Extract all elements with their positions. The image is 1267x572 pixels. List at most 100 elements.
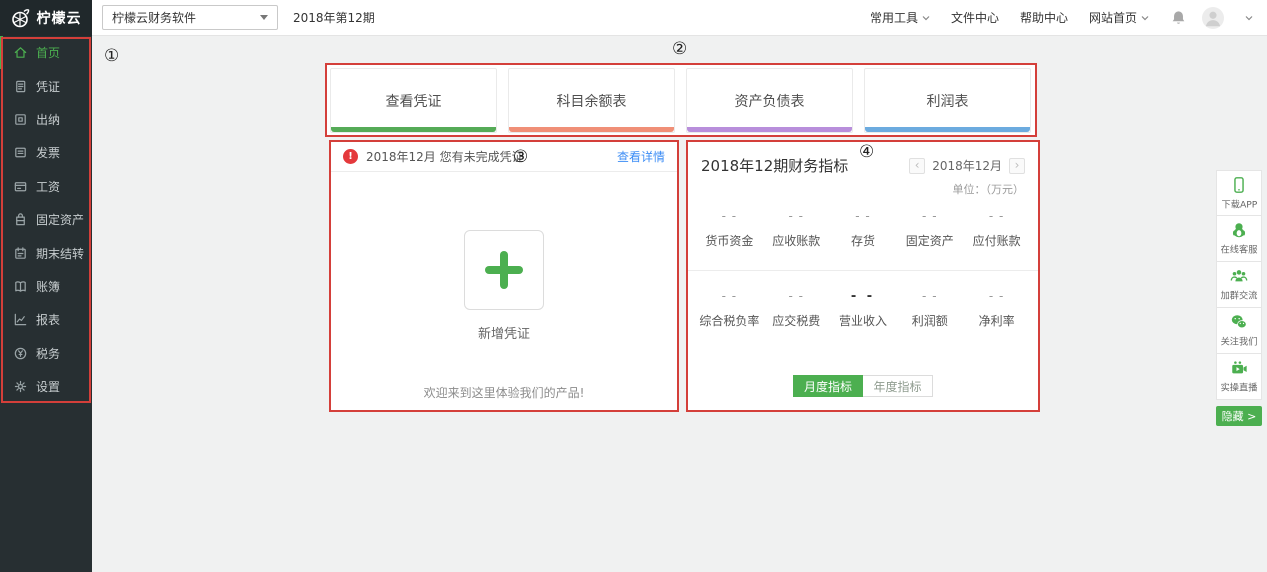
online-service-button[interactable]: 在线客服 [1216, 216, 1262, 262]
tool-label: 在线客服 [1221, 242, 1258, 256]
divider [688, 270, 1038, 271]
product-dropdown[interactable]: 柠檬云财务软件 [102, 5, 278, 30]
fixed-assets-icon [13, 212, 28, 227]
metric-profit: - - 利润额 [896, 289, 963, 329]
unit-label: 单位：（万元） [688, 181, 1038, 197]
top-header: 柠檬云 柠檬云财务软件 2018年第12期 常用工具 文件中心 帮助中心 网站首… [0, 0, 1267, 36]
live-stream-button[interactable]: 实操直播 [1216, 354, 1262, 400]
join-group-button[interactable]: 加群交流 [1216, 262, 1262, 308]
hide-toolbar-button[interactable]: 隐藏 > [1216, 406, 1262, 426]
nav-website-home-label: 网站首页 [1089, 9, 1137, 26]
monthly-indicators-button[interactable]: 月度指标 [793, 375, 863, 397]
sidebar-item-label: 期末结转 [36, 245, 84, 262]
indicator-row-2: - - 综合税负率 - - 应交税费 - - 营业收入 - - 利润额 - - … [688, 289, 1038, 329]
tax-icon [13, 346, 28, 361]
metric-label: 应付账款 [963, 232, 1030, 249]
wechat-icon [1230, 313, 1248, 331]
metric-payables: - - 应付账款 [963, 209, 1030, 249]
download-app-button[interactable]: 下载APP [1216, 170, 1262, 216]
sidebar-item-ledger[interactable]: 账簿 [0, 270, 92, 303]
metric-label: 净利率 [963, 312, 1030, 329]
metric-cash: - - 货币资金 [696, 209, 763, 249]
app-logo[interactable]: 柠檬云 [0, 0, 92, 36]
lemon-logo-icon [11, 8, 31, 28]
alert-icon: ! [343, 149, 358, 164]
metric-label: 利润额 [896, 312, 963, 329]
tab-profit-statement[interactable]: 利润表 [864, 68, 1031, 133]
selected-month: 2018年12月 [932, 157, 1002, 174]
sidebar-item-label: 账簿 [36, 278, 60, 295]
indicator-period-toggle: 月度指标 年度指标 [793, 375, 933, 397]
settings-icon [13, 379, 28, 394]
sidebar-item-voucher[interactable]: 凭证 [0, 69, 92, 102]
metric-value: - - [896, 289, 963, 305]
sidebar-item-salary[interactable]: 工资 [0, 170, 92, 203]
annotation-label-1: ① [104, 46, 119, 66]
period-end-icon [13, 246, 28, 261]
floating-toolbar: 下载APP 在线客服 加群交流 关注我们 实操直播 隐藏 > [1216, 170, 1262, 426]
indicator-row-1: - - 货币资金 - - 应收账款 - - 存货 - - 固定资产 - - 应付… [688, 209, 1038, 249]
qq-service-icon [1230, 221, 1248, 239]
metric-label: 营业收入 [830, 312, 897, 329]
tab-accent-bar [331, 127, 496, 132]
view-details-link[interactable]: 查看详情 [617, 148, 665, 165]
tab-accent-bar [687, 127, 852, 132]
sidebar-item-reports[interactable]: 报表 [0, 303, 92, 336]
sidebar-item-invoice[interactable]: 发票 [0, 136, 92, 169]
sidebar-item-settings[interactable]: 设置 [0, 370, 92, 403]
tab-label: 查看凭证 [386, 91, 442, 111]
follow-us-button[interactable]: 关注我们 [1216, 308, 1262, 354]
notification-bell-icon[interactable] [1170, 9, 1187, 27]
metric-value: - - [896, 209, 963, 225]
metric-label: 综合税负率 [696, 312, 763, 329]
user-avatar[interactable] [1202, 7, 1224, 29]
metric-value: - - [963, 289, 1030, 305]
sidebar-item-label: 工资 [36, 178, 60, 195]
metric-tax-burden-rate: - - 综合税负率 [696, 289, 763, 329]
sidebar-item-cashier[interactable]: 出纳 [0, 103, 92, 136]
sidebar-item-fixed-assets[interactable]: 固定资产 [0, 203, 92, 236]
yearly-indicators-button[interactable]: 年度指标 [863, 375, 933, 397]
nav-help-center[interactable]: 帮助中心 [1020, 9, 1068, 26]
nav-file-center[interactable]: 文件中心 [951, 9, 999, 26]
metric-receivables: - - 应收账款 [763, 209, 830, 249]
voucher-alert-bar: ! 2018年12月 您有未完成凭证 查看详情 [331, 142, 677, 172]
metric-value: - - [830, 289, 897, 305]
chevron-right-icon[interactable]: › [1009, 158, 1025, 174]
welcome-text: 欢迎来到这里体验我们的产品! [331, 384, 677, 401]
nav-website-home[interactable]: 网站首页 [1089, 9, 1149, 26]
home-icon [13, 45, 28, 60]
chevron-down-icon[interactable] [1245, 14, 1253, 22]
sidebar-item-tax[interactable]: 税务 [0, 337, 92, 370]
metric-inventory: - - 存货 [830, 209, 897, 249]
product-dropdown-value: 柠檬云财务软件 [112, 9, 196, 26]
metric-value: - - [963, 209, 1030, 225]
nav-help-center-label: 帮助中心 [1020, 9, 1068, 26]
person-icon [1202, 7, 1224, 29]
cashier-icon [13, 112, 28, 127]
metric-label: 存货 [830, 232, 897, 249]
ledger-icon [13, 279, 28, 294]
tab-balance-sheet[interactable]: 资产负债表 [686, 68, 853, 133]
nav-common-tools[interactable]: 常用工具 [870, 9, 930, 26]
live-video-icon [1230, 359, 1248, 377]
sidebar-item-period-end[interactable]: 期末结转 [0, 236, 92, 269]
tool-label: 关注我们 [1221, 334, 1258, 348]
plus-icon [481, 247, 527, 293]
metric-label: 固定资产 [896, 232, 963, 249]
add-voucher-label: 新增凭证 [331, 323, 677, 342]
invoice-icon [13, 145, 28, 160]
tab-account-balance-sheet[interactable]: 科目余额表 [508, 68, 675, 133]
sidebar-item-home[interactable]: 首页 [0, 36, 92, 69]
tool-label: 下载APP [1221, 196, 1257, 210]
metric-value: - - [696, 209, 763, 225]
add-voucher-button[interactable] [464, 230, 544, 310]
top-nav: 常用工具 文件中心 帮助中心 网站首页 [870, 7, 1267, 29]
metric-value: - - [763, 209, 830, 225]
tab-view-vouchers[interactable]: 查看凭证 [330, 68, 497, 133]
voucher-alert-text: 2018年12月 您有未完成凭证 [366, 148, 524, 165]
tab-accent-bar [509, 127, 674, 132]
tab-label: 资产负债表 [735, 91, 805, 111]
chevron-down-icon [1141, 14, 1149, 22]
chevron-left-icon[interactable]: ‹ [909, 158, 925, 174]
